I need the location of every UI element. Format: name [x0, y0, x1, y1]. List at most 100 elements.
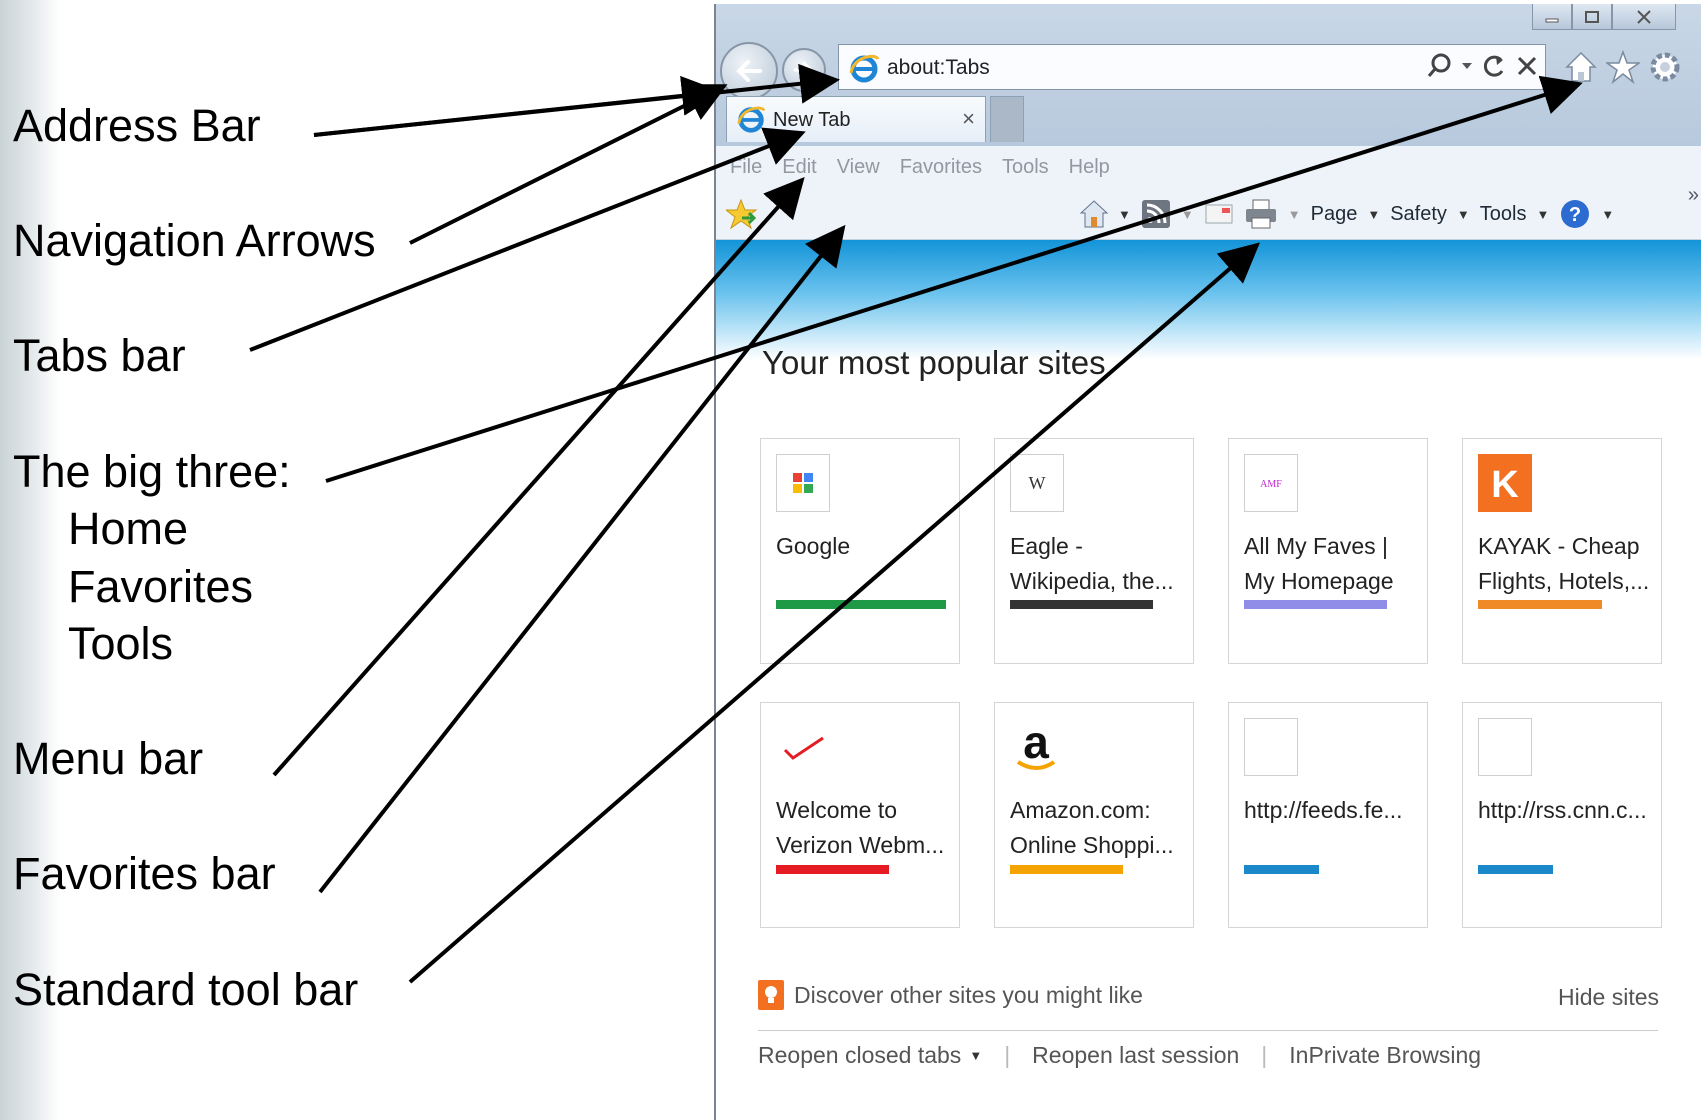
label-home: Home [68, 503, 189, 554]
tile-color-bar [1478, 600, 1602, 609]
menu-favorites[interactable]: Favorites [900, 156, 982, 179]
label-address-bar: Address Bar [13, 100, 261, 151]
help-dropdown-icon[interactable]: ▼ [1601, 207, 1614, 222]
label-navigation-arrows: Navigation Arrows [13, 215, 376, 266]
verizon-check-icon [776, 718, 830, 776]
home-icon[interactable] [1564, 50, 1598, 84]
read-mail-icon[interactable] [1204, 202, 1234, 226]
tab-ie-icon [737, 106, 766, 133]
address-bar[interactable]: about:Tabs [838, 44, 1546, 90]
ie-logo-icon [849, 54, 880, 83]
discover-text: Discover other sites you might like [794, 981, 1143, 1008]
lightbulb-icon [758, 980, 784, 1010]
browser-window: about:Tabs New Tab × File Edit View Favo… [714, 4, 1701, 1120]
add-favorites-icon[interactable] [726, 198, 760, 232]
tab-close-button[interactable]: × [962, 106, 975, 132]
site-tile-allmyfaves[interactable]: AMF All My Faves | My Homepage [1228, 438, 1428, 664]
maximize-icon [1585, 10, 1599, 23]
svg-text:K: K [1491, 464, 1519, 505]
search-icon[interactable] [1425, 52, 1453, 80]
label-favorites: Favorites [68, 561, 254, 612]
new-tab-button[interactable] [990, 96, 1024, 142]
separator: | [1004, 1042, 1011, 1068]
help-icon[interactable]: ? [1559, 198, 1591, 230]
google-icon [776, 454, 830, 512]
command-bar: ▼ ▼ ▼ Page ▼ Safety ▼ Tools ▼ ? ▼ [1080, 196, 1614, 232]
tile-title: Google [776, 533, 851, 559]
tile-title: Welcome to Verizon Webm... [776, 797, 945, 858]
menu-tools[interactable]: Tools [1002, 156, 1049, 179]
print-dropdown-icon[interactable]: ▼ [1288, 207, 1301, 222]
print-icon[interactable] [1244, 198, 1278, 230]
new-tab-page: Your most popular sites Google W Eagle -… [716, 240, 1701, 1120]
site-tile-verizon[interactable]: Welcome to Verizon Webm... [760, 702, 960, 928]
bottom-links: Reopen closed tabs ▼ | Reopen last sessi… [758, 1042, 1481, 1069]
feeds-icon[interactable] [1141, 199, 1171, 229]
site-tile-google[interactable]: Google [760, 438, 960, 664]
svg-text:AMF: AMF [1260, 479, 1282, 490]
reopen-closed-tabs-link[interactable]: Reopen closed tabs [758, 1042, 961, 1069]
svg-text:a: a [1023, 718, 1049, 768]
address-actions [1425, 52, 1539, 80]
page-dropdown-icon[interactable]: ▼ [1367, 207, 1380, 222]
arrow-address-bar-2 [313, 75, 722, 137]
tile-title: All My Faves | My Homepage [1244, 533, 1394, 594]
slide-edge [0, 0, 60, 1120]
reopen-dropdown-icon[interactable]: ▼ [969, 1048, 982, 1063]
safety-dropdown-icon[interactable]: ▼ [1457, 207, 1470, 222]
divider [758, 1030, 1658, 1031]
window-controls [1532, 4, 1676, 30]
refresh-icon[interactable] [1481, 52, 1507, 80]
back-button[interactable] [720, 42, 778, 100]
close-window-button[interactable] [1612, 4, 1676, 30]
back-arrow-icon [736, 60, 762, 82]
tools-menu[interactable]: Tools [1480, 203, 1527, 226]
amazon-icon: a [1010, 718, 1064, 776]
site-tile-feeds[interactable]: http://feeds.fe... [1228, 702, 1428, 928]
site-tile-cnn[interactable]: http://rss.cnn.c... [1462, 702, 1662, 928]
svg-text:W: W [1029, 473, 1046, 493]
tile-color-bar [1010, 600, 1153, 609]
favorites-command-bar: ▼ ▼ ▼ Page ▼ Safety ▼ Tools ▼ ? ▼ » [716, 184, 1701, 240]
inprivate-browsing-link[interactable]: InPrivate Browsing [1289, 1042, 1481, 1069]
site-tile-kayak[interactable]: K KAYAK - Cheap Flights, Hotels,... [1462, 438, 1662, 664]
big-three-buttons [1564, 50, 1682, 84]
feeds-dropdown-icon[interactable]: ▼ [1181, 207, 1194, 222]
hide-sites-link[interactable]: Hide sites [1558, 984, 1659, 1011]
tile-color-bar [776, 865, 889, 874]
home-dropdown-icon[interactable]: ▼ [1118, 207, 1131, 222]
address-text: about:Tabs [887, 56, 990, 79]
menu-edit[interactable]: Edit [782, 156, 816, 179]
blank-site-icon [1244, 718, 1298, 776]
forward-arrow-icon [793, 61, 814, 79]
menu-help[interactable]: Help [1069, 156, 1110, 179]
tile-color-bar [1244, 865, 1319, 874]
forward-button[interactable] [782, 48, 826, 92]
tools-dropdown-icon[interactable]: ▼ [1537, 207, 1550, 222]
dropdown-icon[interactable] [1461, 61, 1473, 71]
site-tile-wikipedia[interactable]: W Eagle - Wikipedia, the... [994, 438, 1194, 664]
label-tools: Tools [68, 618, 174, 669]
menu-file[interactable]: File [730, 156, 762, 179]
cmd-home-icon[interactable] [1080, 199, 1108, 229]
site-tile-amazon[interactable]: a Amazon.com: Online Shoppi... [994, 702, 1194, 928]
minimize-icon [1545, 18, 1559, 22]
minimize-button[interactable] [1532, 4, 1572, 30]
svg-text:?: ? [1569, 204, 1581, 226]
maximize-button[interactable] [1572, 4, 1612, 30]
arrow-navigation [409, 84, 728, 245]
overflow-chevron[interactable]: » [1688, 184, 1699, 207]
page-menu[interactable]: Page [1311, 203, 1358, 226]
discover-sites[interactable]: Discover other sites you might like [758, 980, 1143, 1010]
tab-new-tab[interactable]: New Tab × [726, 96, 986, 142]
tile-title: Amazon.com: Online Shoppi... [1010, 797, 1174, 858]
stop-icon[interactable] [1515, 54, 1539, 78]
label-big-three: The big three: [13, 446, 291, 497]
menu-view[interactable]: View [837, 156, 880, 179]
safety-menu[interactable]: Safety [1390, 203, 1447, 226]
wikipedia-icon: W [1010, 454, 1064, 512]
tools-gear-icon[interactable] [1648, 50, 1682, 84]
tile-title: Eagle - Wikipedia, the... [1010, 533, 1174, 594]
reopen-last-session-link[interactable]: Reopen last session [1032, 1042, 1239, 1069]
favorites-star-icon[interactable] [1606, 50, 1640, 84]
